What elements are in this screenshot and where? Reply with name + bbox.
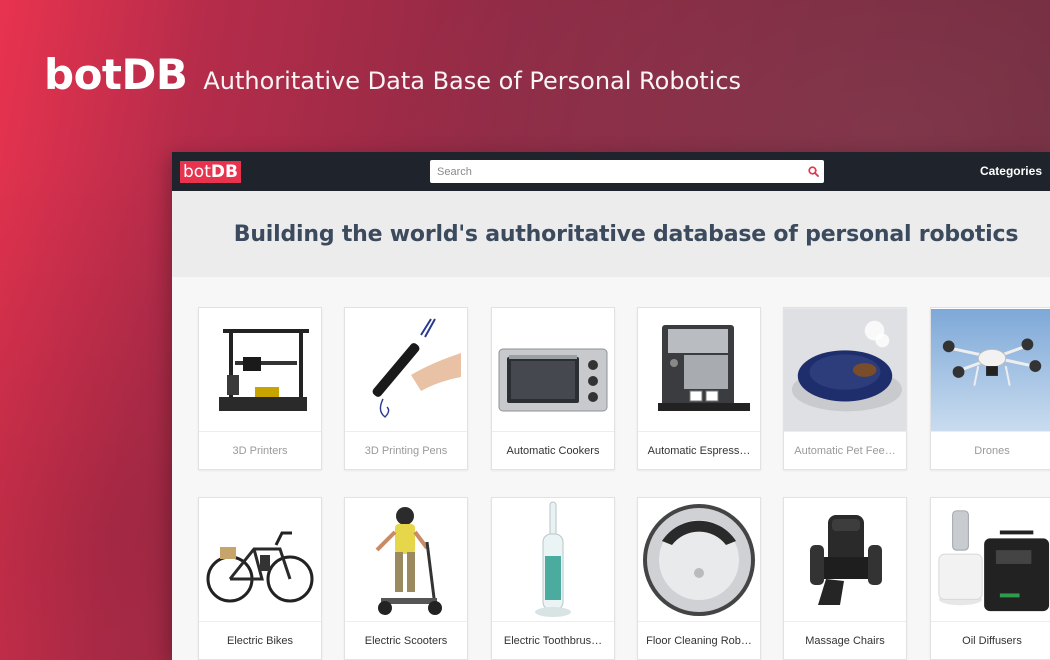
espresso-machine-image (638, 308, 760, 432)
toothbrush-image (492, 498, 614, 622)
category-label: Oil Diffusers (962, 635, 1022, 647)
oil-diffuser-image (931, 498, 1050, 622)
nav-logo-bold: DB (210, 162, 238, 182)
category-card[interactable]: Electric Toothbrus… (491, 497, 615, 660)
category-label: 3D Printers (232, 445, 288, 457)
category-label: Automatic Espress… (647, 445, 751, 457)
hero-brand: botDB Authoritative Data Base of Persona… (44, 50, 741, 99)
category-card[interactable]: Automatic Pet Fee… (783, 307, 907, 470)
3d-pen-image (345, 308, 467, 432)
category-card[interactable]: Floor Cleaning Rob… (637, 497, 761, 660)
category-label: Floor Cleaning Rob… (646, 635, 752, 647)
ebike-image (199, 498, 321, 622)
page-headline: Building the world's authoritative datab… (233, 221, 1019, 247)
drone-image (931, 308, 1050, 432)
site-screenshot: botDB Categories Building the world's au… (172, 152, 1050, 660)
category-card[interactable]: Electric Scooters (344, 497, 468, 660)
search-bar (430, 160, 824, 183)
category-label: 3D Printing Pens (364, 445, 448, 457)
3d-printer-image (199, 308, 321, 432)
category-card[interactable]: 3D Printing Pens (344, 307, 468, 470)
headline-band: Building the world's authoritative datab… (172, 191, 1050, 277)
category-label: Electric Bikes (226, 635, 294, 647)
nav-logo[interactable]: botDB (180, 161, 241, 183)
hero-logo: botDB (44, 50, 188, 99)
scooter-image (345, 498, 467, 622)
search-icon[interactable] (802, 161, 824, 183)
category-label: Automatic Pet Fee… (794, 445, 896, 457)
category-card[interactable]: Electric Bikes (198, 497, 322, 660)
category-label: Electric Toothbrus… (503, 635, 603, 647)
hero-tagline: Authoritative Data Base of Personal Robo… (203, 67, 742, 95)
top-navbar: botDB Categories (172, 152, 1050, 191)
category-card[interactable]: Automatic Cookers (491, 307, 615, 470)
category-card[interactable]: Oil Diffusers (930, 497, 1050, 660)
category-label: Automatic Cookers (506, 445, 600, 457)
category-card[interactable]: 3D Printers (198, 307, 322, 470)
category-card[interactable]: Massage Chairs (783, 497, 907, 660)
search-input[interactable] (430, 160, 802, 183)
pet-feeder-image (784, 308, 906, 432)
robot-vacuum-image (638, 498, 760, 622)
category-label: Drones (974, 445, 1010, 457)
category-label: Massage Chairs (805, 635, 885, 647)
category-card[interactable]: Drones (930, 307, 1050, 470)
category-card[interactable]: Automatic Espress… (637, 307, 761, 470)
category-label: Electric Scooters (364, 635, 448, 647)
nav-logo-prefix: bot (183, 162, 211, 182)
categories-link[interactable]: Categories (980, 164, 1042, 178)
massage-chair-image (784, 498, 906, 622)
oven-image (492, 308, 614, 432)
